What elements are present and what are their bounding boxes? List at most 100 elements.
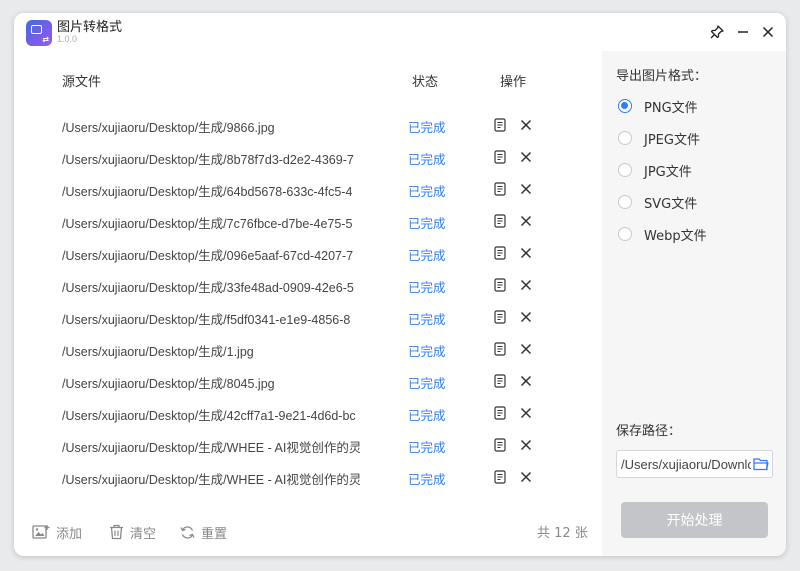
table-row: /Users/xujiaoru/Desktop/生成/1.jpg 已完成 (14, 333, 602, 365)
refresh-icon (180, 525, 195, 539)
document-icon[interactable] (493, 342, 507, 356)
table-row: /Users/xujiaoru/Desktop/生成/WHEE - AI视觉创作… (14, 429, 602, 461)
app-version: 1.0.0 (57, 34, 78, 44)
table-row: /Users/xujiaoru/Desktop/生成/64bd5678-633c… (14, 173, 602, 205)
radio-selected (618, 99, 632, 113)
delete-x-icon[interactable] (519, 374, 533, 388)
delete-x-icon[interactable] (519, 470, 533, 484)
file-path: /Users/xujiaoru/Desktop/生成/64bd5678-633c… (62, 185, 353, 199)
folder-icon[interactable] (753, 457, 769, 471)
document-icon[interactable] (493, 438, 507, 452)
add-label: 添加 (56, 526, 83, 542)
save-path-input[interactable] (621, 451, 751, 477)
title-bar: ⇄ 图片转格式 1.0.0 (14, 13, 786, 51)
file-path: /Users/xujiaoru/Desktop/生成/8b78f7d3-d2e2… (62, 153, 354, 167)
document-icon[interactable] (493, 150, 507, 164)
status-text: 已完成 (408, 120, 446, 135)
file-path: /Users/xujiaoru/Desktop/生成/9866.jpg (62, 121, 275, 135)
status-text: 已完成 (408, 184, 446, 199)
table-row: /Users/xujiaoru/Desktop/生成/f5df0341-e1e9… (14, 301, 602, 333)
reset-button[interactable]: 重置 (180, 521, 227, 543)
app-window: ⇄ 图片转格式 1.0.0 源文件 状态 操作 /Users/xujiaoru/… (14, 13, 786, 556)
pin-icon[interactable] (708, 23, 726, 41)
clear-label: 清空 (130, 526, 157, 542)
save-path-title: 保存路径： (616, 424, 682, 439)
minimize-icon[interactable] (734, 23, 752, 41)
table-row: /Users/xujiaoru/Desktop/生成/33fe48ad-0909… (14, 269, 602, 301)
delete-x-icon[interactable] (519, 278, 533, 292)
delete-x-icon[interactable] (519, 406, 533, 420)
status-text: 已完成 (408, 376, 446, 391)
status-text: 已完成 (408, 248, 446, 263)
status-text: 已完成 (408, 152, 446, 167)
format-option-jpg[interactable]: JPG文件 (618, 160, 692, 180)
format-option-jpeg[interactable]: JPEG文件 (618, 128, 700, 148)
delete-x-icon[interactable] (519, 118, 533, 132)
delete-x-icon[interactable] (519, 214, 533, 228)
status-text: 已完成 (408, 344, 446, 359)
file-path: /Users/xujiaoru/Desktop/生成/f5df0341-e1e9… (62, 313, 351, 327)
format-label: Webp文件 (644, 228, 707, 244)
table-row: /Users/xujiaoru/Desktop/生成/WHEE - AI视觉创作… (14, 461, 602, 493)
radio-unselected (618, 131, 632, 145)
close-icon[interactable] (759, 23, 777, 41)
file-path: /Users/xujiaoru/Desktop/生成/42cff7a1-9e21… (62, 409, 356, 423)
format-section-title: 导出图片格式： (616, 69, 708, 84)
delete-x-icon[interactable] (519, 150, 533, 164)
trash-icon (110, 524, 123, 540)
table-row: /Users/xujiaoru/Desktop/生成/096e5aaf-67cd… (14, 237, 602, 269)
add-image-icon (32, 525, 50, 539)
document-icon[interactable] (493, 310, 507, 324)
format-option-webp[interactable]: Webp文件 (618, 224, 707, 244)
table-row: /Users/xujiaoru/Desktop/生成/8b78f7d3-d2e2… (14, 141, 602, 173)
status-text: 已完成 (408, 216, 446, 231)
header-actions: 操作 (500, 75, 527, 90)
file-list-panel: 源文件 状态 操作 /Users/xujiaoru/Desktop/生成/986… (14, 51, 602, 556)
radio-unselected (618, 227, 632, 241)
status-text: 已完成 (408, 408, 446, 423)
table-row: /Users/xujiaoru/Desktop/生成/42cff7a1-9e21… (14, 397, 602, 429)
start-processing-button[interactable]: 开始处理 (621, 502, 768, 538)
table-row: /Users/xujiaoru/Desktop/生成/8045.jpg 已完成 (14, 365, 602, 397)
header-source-file: 源文件 (62, 75, 102, 90)
format-label: SVG文件 (644, 196, 698, 212)
file-path: /Users/xujiaoru/Desktop/生成/33fe48ad-0909… (62, 281, 354, 295)
document-icon[interactable] (493, 246, 507, 260)
table-row: /Users/xujiaoru/Desktop/生成/9866.jpg 已完成 (14, 109, 602, 141)
status-text: 已完成 (408, 312, 446, 327)
format-option-svg[interactable]: SVG文件 (618, 192, 697, 212)
document-icon[interactable] (493, 214, 507, 228)
settings-sidebar: 导出图片格式： PNG文件 JPEG文件 JPG文件 SVG文件 Webp文件 … (602, 51, 786, 556)
clear-button[interactable]: 清空 (109, 521, 156, 543)
status-text: 已完成 (408, 280, 446, 295)
delete-x-icon[interactable] (519, 342, 533, 356)
app-logo-icon: ⇄ (26, 20, 52, 46)
radio-unselected (618, 195, 632, 209)
document-icon[interactable] (493, 118, 507, 132)
status-text: 已完成 (408, 472, 446, 487)
save-path-field (616, 450, 773, 478)
file-path: /Users/xujiaoru/Desktop/生成/WHEE - AI视觉创作… (62, 441, 360, 455)
document-icon[interactable] (493, 374, 507, 388)
header-status: 状态 (412, 75, 439, 90)
status-text: 已完成 (408, 440, 446, 455)
radio-unselected (618, 163, 632, 177)
file-count: 共 12 张 (537, 526, 588, 541)
document-icon[interactable] (493, 182, 507, 196)
document-icon[interactable] (493, 278, 507, 292)
add-button[interactable]: 添加 (32, 521, 82, 543)
format-option-png[interactable]: PNG文件 (618, 96, 698, 116)
file-path: /Users/xujiaoru/Desktop/生成/WHEE - AI视觉创作… (62, 473, 360, 487)
format-label: JPG文件 (644, 164, 692, 180)
file-path: /Users/xujiaoru/Desktop/生成/096e5aaf-67cd… (62, 249, 354, 263)
format-label: JPEG文件 (644, 132, 700, 148)
document-icon[interactable] (493, 470, 507, 484)
delete-x-icon[interactable] (519, 310, 533, 324)
table-row: /Users/xujiaoru/Desktop/生成/7c76fbce-d7be… (14, 205, 602, 237)
delete-x-icon[interactable] (519, 246, 533, 260)
delete-x-icon[interactable] (519, 182, 533, 196)
file-path: /Users/xujiaoru/Desktop/生成/1.jpg (62, 345, 254, 359)
file-path: /Users/xujiaoru/Desktop/生成/8045.jpg (62, 377, 275, 391)
delete-x-icon[interactable] (519, 438, 533, 452)
document-icon[interactable] (493, 406, 507, 420)
